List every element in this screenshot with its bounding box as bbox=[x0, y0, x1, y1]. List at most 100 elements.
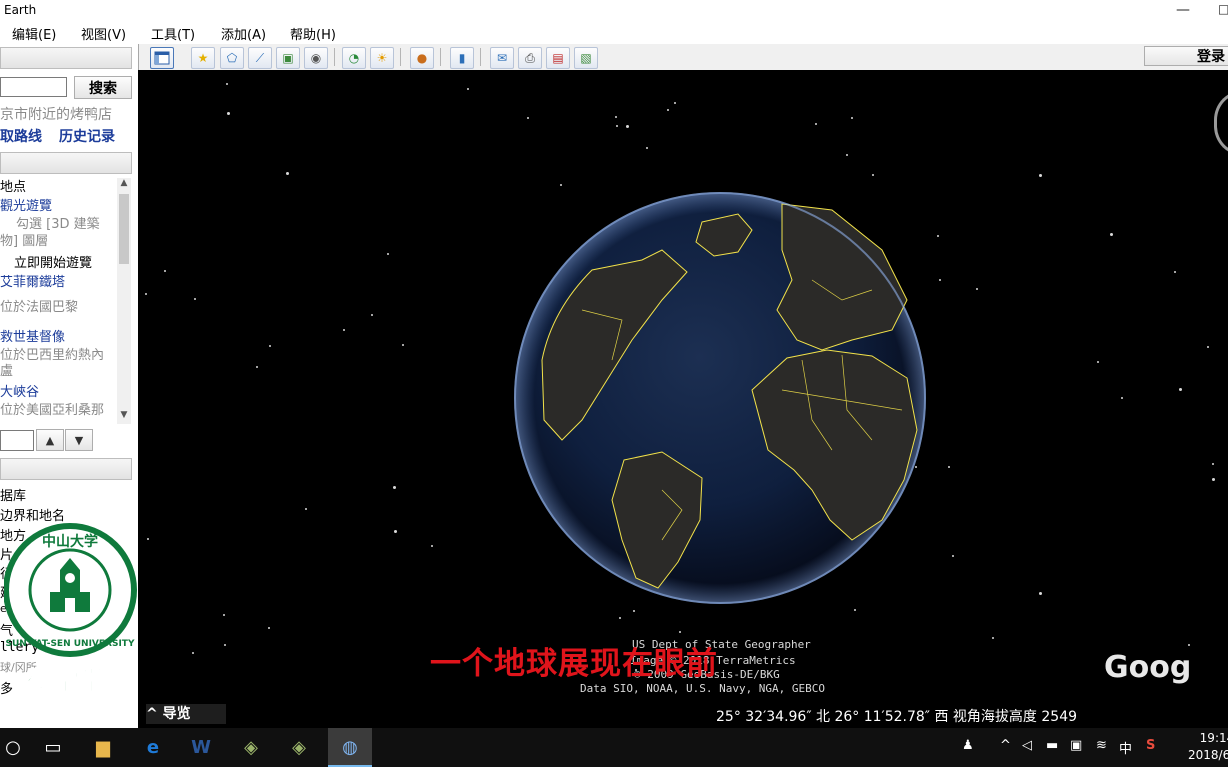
search-icon[interactable]: ○ bbox=[0, 734, 26, 760]
place-desc: 位於巴西里約熱內 bbox=[0, 348, 105, 363]
sidebar-toggle-icon[interactable] bbox=[150, 47, 174, 69]
star bbox=[976, 288, 978, 290]
file-explorer-icon[interactable]: ▆ bbox=[90, 734, 116, 760]
network-icon[interactable]: ▣ bbox=[1070, 738, 1082, 753]
coordinates-readout: 25° 32′34.96″ 北 26° 11′52.78″ 西 视角海拔高度 2… bbox=[716, 709, 1078, 725]
logo-text-bottom: 微学堂 bbox=[26, 666, 105, 697]
historical-imagery-icon[interactable]: ◔ bbox=[342, 47, 366, 69]
layers-panel-header[interactable] bbox=[0, 458, 132, 480]
star bbox=[1039, 174, 1042, 177]
menu-help[interactable]: 帮助(H) bbox=[290, 24, 336, 43]
volume-icon[interactable]: ◁ bbox=[1022, 738, 1032, 753]
compass-icon[interactable] bbox=[1214, 90, 1228, 156]
credit-line: Data SIO, NOAA, U.S. Navy, NGA, GEBCO bbox=[580, 682, 826, 695]
star bbox=[948, 466, 950, 468]
star bbox=[674, 102, 676, 104]
search-hint: 京市附近的烤鸭店 bbox=[0, 107, 112, 123]
star bbox=[402, 344, 404, 346]
star bbox=[1179, 388, 1182, 391]
sogou-icon[interactable]: S bbox=[1146, 738, 1155, 753]
star bbox=[192, 652, 194, 654]
navigation-tab[interactable]: ^ 导览 bbox=[146, 704, 226, 724]
start-tour-link[interactable]: 立即開始遊覽 bbox=[14, 252, 92, 271]
star bbox=[223, 614, 225, 616]
place-item-eiffel[interactable]: 艾菲爾鐵塔 bbox=[0, 271, 65, 290]
placemark-icon[interactable]: ★ bbox=[191, 47, 215, 69]
sunlight-icon[interactable]: ☀ bbox=[370, 47, 394, 69]
place-item-christ[interactable]: 救世基督像 bbox=[0, 326, 65, 345]
word-icon[interactable]: W bbox=[188, 734, 214, 760]
battery-icon[interactable]: ▬ bbox=[1046, 738, 1058, 753]
star bbox=[164, 270, 166, 272]
search-button[interactable]: 搜索 bbox=[74, 76, 132, 99]
star bbox=[145, 293, 147, 295]
place-item-canyon[interactable]: 大峽谷 bbox=[0, 381, 39, 400]
globe-icon: ◍ bbox=[342, 736, 358, 758]
chevron-up-icon: ^ bbox=[146, 706, 158, 722]
polygon-icon[interactable]: ⬠ bbox=[220, 47, 244, 69]
star bbox=[268, 627, 270, 629]
print-icon[interactable]: ⎙ bbox=[518, 47, 542, 69]
star bbox=[227, 112, 230, 115]
login-button[interactable]: 登录 bbox=[1144, 46, 1228, 66]
search-input[interactable] bbox=[0, 77, 67, 97]
layer-item[interactable]: 据库 bbox=[0, 485, 26, 504]
move-down-icon[interactable]: ▼ bbox=[65, 429, 93, 451]
menu-view[interactable]: 视图(V) bbox=[81, 24, 126, 43]
task-view-icon[interactable]: ▭ bbox=[40, 734, 66, 760]
university-logo: 中山大学 SUN YAT-SEN UNIVERSITY 微学堂 bbox=[3, 520, 138, 700]
star bbox=[939, 279, 941, 281]
chevron-up-icon[interactable]: ^ bbox=[1000, 738, 1011, 753]
directions-link[interactable]: 取路线 bbox=[0, 126, 42, 146]
scroll-down-icon[interactable]: ▼ bbox=[117, 410, 131, 420]
globe[interactable] bbox=[512, 190, 928, 606]
history-link[interactable]: 历史记录 bbox=[59, 126, 115, 146]
menu-edit[interactable]: 编辑(E) bbox=[12, 24, 56, 43]
place-item-sightseeing[interactable]: 觀光遊覽 bbox=[0, 195, 52, 214]
path-icon[interactable]: ⟋ bbox=[248, 47, 272, 69]
clock-date: 2018/6/ bbox=[1188, 748, 1228, 762]
logo-text-cn: 中山大学 bbox=[42, 533, 98, 550]
app-icon[interactable]: ◈ bbox=[238, 734, 264, 760]
star bbox=[1174, 271, 1176, 273]
star bbox=[854, 609, 856, 611]
star bbox=[615, 116, 617, 118]
star bbox=[872, 174, 874, 176]
navigation-label: 导览 bbox=[162, 706, 191, 722]
star bbox=[224, 644, 226, 646]
earth-view[interactable]: US Dept of State Geographer Image © 2018… bbox=[138, 70, 1228, 728]
star bbox=[467, 88, 469, 90]
star bbox=[1188, 644, 1190, 646]
maximize-button[interactable]: □ bbox=[1218, 2, 1228, 16]
move-up-icon[interactable]: ▲ bbox=[36, 429, 64, 451]
places-scroll-thumb[interactable] bbox=[119, 194, 129, 264]
star bbox=[1121, 397, 1123, 399]
google-earth-task[interactable]: ◍ bbox=[328, 728, 372, 767]
star bbox=[1039, 592, 1042, 595]
star bbox=[305, 508, 307, 510]
scroll-up-icon[interactable]: ▲ bbox=[117, 178, 131, 188]
record-tour-icon[interactable]: ◉ bbox=[304, 47, 328, 69]
minimize-button[interactable]: — bbox=[1176, 2, 1190, 18]
edge-browser-icon[interactable]: e bbox=[140, 734, 166, 760]
search-panel-header[interactable] bbox=[0, 47, 132, 69]
star bbox=[286, 172, 289, 175]
places-panel-header[interactable] bbox=[0, 152, 132, 174]
save-image-icon[interactable]: ▤ bbox=[546, 47, 570, 69]
ruler-icon[interactable]: ▮ bbox=[450, 47, 474, 69]
clock[interactable]: 19:14 2018/6/ bbox=[1188, 730, 1228, 764]
app-icon[interactable]: ◈ bbox=[286, 734, 312, 760]
planets-icon[interactable]: ● bbox=[410, 47, 434, 69]
ime-indicator[interactable]: 中 bbox=[1119, 738, 1132, 757]
view-in-maps-icon[interactable]: ▧ bbox=[574, 47, 598, 69]
places-title: 地点 bbox=[0, 180, 27, 195]
place-desc: 盧 bbox=[0, 364, 14, 379]
wifi-icon[interactable]: ≋ bbox=[1096, 738, 1107, 753]
people-icon[interactable]: ♟ bbox=[962, 738, 974, 753]
menu-tools[interactable]: 工具(T) bbox=[151, 24, 195, 43]
email-icon[interactable]: ✉ bbox=[490, 47, 514, 69]
image-overlay-icon[interactable]: ▣ bbox=[276, 47, 300, 69]
star bbox=[1207, 346, 1209, 348]
menu-add[interactable]: 添加(A) bbox=[221, 24, 266, 43]
places-nav-input[interactable] bbox=[0, 430, 34, 451]
